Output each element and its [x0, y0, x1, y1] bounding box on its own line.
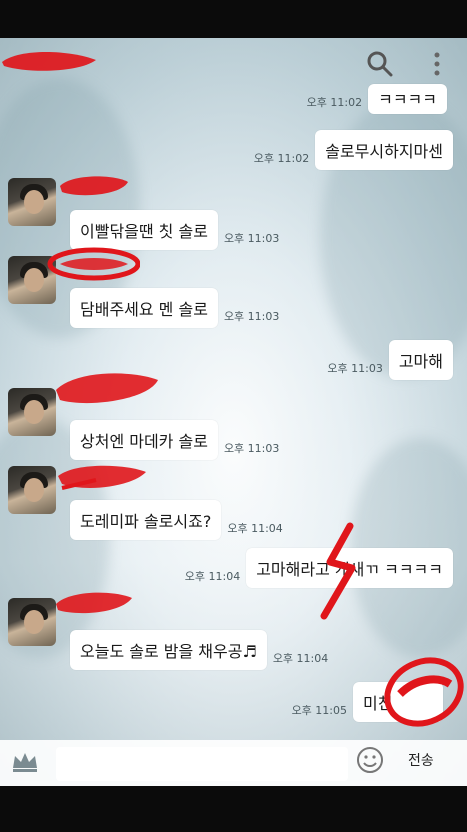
emoji-icon[interactable] — [355, 745, 385, 775]
message-row-received: 상처엔 마데카 솔로 오후 11:03 — [70, 420, 285, 460]
avatar[interactable] — [8, 466, 56, 514]
avatar[interactable] — [8, 178, 56, 226]
redacted-sender-name — [56, 373, 158, 404]
message-time: 오후 11:04 — [272, 652, 329, 665]
message-bubble[interactable]: 고마해 — [388, 340, 453, 380]
message-time: 오후 11:04 — [184, 570, 241, 583]
redacted-sender-name — [60, 176, 128, 196]
redacted-chat-name — [2, 52, 96, 71]
message-row-sent: 오후 11:03 고마해 — [321, 340, 453, 380]
chat-header — [0, 38, 467, 88]
message-bubble[interactable]: 솔로무시하지마센 — [315, 130, 453, 170]
message-time: 오후 11:02 — [306, 96, 363, 109]
message-row-received: 담배주세요 멘 솔로 오후 11:03 — [70, 288, 285, 328]
message-time: 오후 11:03 — [223, 310, 280, 323]
message-bubble[interactable]: 이빨닦을땐 칫 솔로 — [70, 210, 218, 250]
phone-screen: 오후 11:02 ㅋㅋㅋㅋ 오후 11:02 솔로무시하지마센 이빨닦을땐 칫 … — [0, 0, 467, 832]
red-scribble — [320, 522, 356, 620]
message-row-sent: 오후 11:02 ㅋㅋㅋㅋ — [301, 84, 447, 114]
message-time: 오후 11:03 — [327, 362, 383, 375]
send-button[interactable]: 전송 — [408, 750, 434, 770]
red-scribble — [384, 657, 464, 727]
more-vertical-icon[interactable] — [428, 50, 446, 78]
message-input[interactable] — [56, 747, 348, 781]
search-icon[interactable] — [366, 50, 394, 78]
message-time: 오후 11:03 — [223, 442, 280, 455]
message-row-received: 이빨닦을땐 칫 솔로 오후 11:03 — [70, 210, 285, 250]
message-bubble[interactable]: ㅋㅋㅋㅋ — [368, 84, 447, 114]
top-status-strip — [0, 0, 467, 38]
message-bubble[interactable]: 도레미파 솔로시죠? — [70, 500, 222, 540]
message-row-sent: 오후 11:02 솔로무시하지마센 — [248, 130, 453, 170]
message-time: 오후 11:04 — [227, 522, 283, 535]
avatar[interactable] — [8, 388, 56, 436]
redacted-sender-name — [47, 247, 140, 281]
message-bubble[interactable]: 상처엔 마데카 솔로 — [70, 420, 218, 460]
message-row-received: 도레미파 솔로시죠? 오후 11:04 — [70, 500, 289, 540]
message-bubble[interactable]: 담배주세요 멘 솔로 — [70, 288, 218, 328]
message-bubble[interactable]: 오늘도 솔로 밤을 채우공♬ — [70, 630, 267, 670]
redacted-sender-name — [58, 465, 146, 490]
crown-icon[interactable] — [10, 748, 40, 774]
redacted-sender-name — [56, 592, 132, 614]
message-row-received: 오늘도 솔로 밤을 채우공♬ 오후 11:04 — [70, 630, 334, 670]
avatar[interactable] — [8, 598, 56, 646]
message-time: 오후 11:03 — [223, 232, 280, 245]
message-time: 오후 11:05 — [291, 704, 347, 717]
bottom-strip — [0, 786, 467, 832]
message-time: 오후 11:02 — [253, 152, 310, 165]
